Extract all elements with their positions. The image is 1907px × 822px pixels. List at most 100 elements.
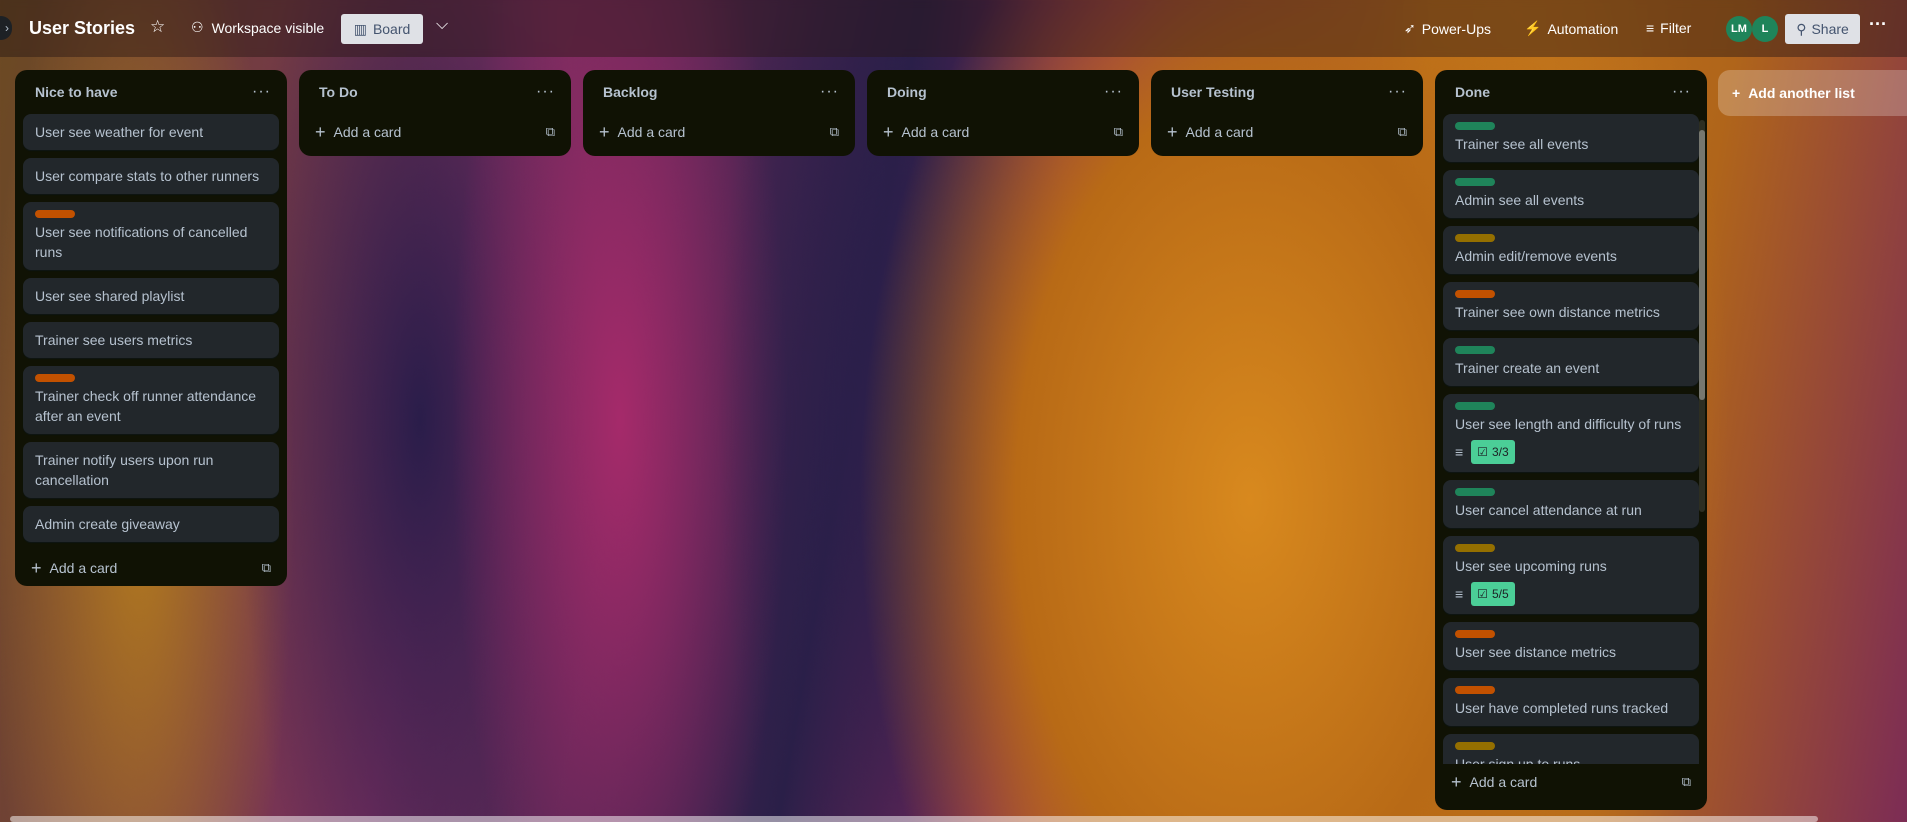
template-icon[interactable]: ⧉ xyxy=(1114,124,1123,140)
add-card-button[interactable]: + Add a card ⧉ xyxy=(591,114,847,150)
plus-icon: + xyxy=(31,557,42,578)
list-scrollbar[interactable] xyxy=(1699,120,1705,512)
board-scrollbar[interactable] xyxy=(10,816,1818,822)
chevron-down-icon[interactable]: ⌵ xyxy=(436,16,448,34)
list-title[interactable]: Nice to have xyxy=(35,84,117,100)
card-title: User see weather for event xyxy=(35,124,204,140)
add-card-button[interactable]: + Add a card ⧉ xyxy=(1443,764,1699,800)
card[interactable]: Trainer check off runner attendance afte… xyxy=(23,366,279,434)
card-label[interactable] xyxy=(1455,290,1495,298)
template-icon[interactable]: ⧉ xyxy=(546,124,555,140)
add-list-label: Add another list xyxy=(1748,85,1855,101)
card-label[interactable] xyxy=(1455,742,1495,750)
card[interactable]: User have completed runs tracked xyxy=(1443,678,1699,726)
avatar[interactable]: L xyxy=(1752,16,1778,42)
rocket-icon: ➶ xyxy=(1404,20,1416,36)
more-icon[interactable]: ··· xyxy=(1869,14,1887,35)
add-card-label: Add a card xyxy=(901,124,970,140)
add-card-button[interactable]: + Add a card ⧉ xyxy=(875,114,1131,150)
list-title[interactable]: Done xyxy=(1455,84,1490,100)
card-container: Trainer see all events Admin see all even… xyxy=(1443,114,1699,764)
card[interactable]: User see length and difficulty of runs ≡ ☑… xyxy=(1443,394,1699,472)
card[interactable]: User see notifications of cancelled runs xyxy=(23,202,279,270)
list-menu-icon[interactable]: ··· xyxy=(1104,83,1123,101)
list-nice-to-have: Nice to have ··· User see weather for ev… xyxy=(15,70,287,586)
plus-icon: + xyxy=(1732,85,1741,101)
visibility-label: Workspace visible xyxy=(211,19,325,36)
add-card-label: Add a card xyxy=(1185,124,1254,140)
card-label[interactable] xyxy=(1455,234,1495,242)
card[interactable]: Trainer see all events xyxy=(1443,114,1699,162)
card-label[interactable] xyxy=(1455,178,1495,186)
checklist-badge: ☑ 3/3 xyxy=(1471,440,1515,464)
card-container: User see weather for event User compare s… xyxy=(23,114,279,542)
checklist-badge: ☑ 5/5 xyxy=(1471,582,1515,606)
card-label[interactable] xyxy=(1455,630,1495,638)
card-label[interactable] xyxy=(1455,402,1495,410)
plus-icon: + xyxy=(1451,771,1462,792)
automation-button[interactable]: ⚡ Automation xyxy=(1524,20,1618,37)
add-card-button[interactable]: + Add a card ⧉ xyxy=(1159,114,1415,150)
list-menu-icon[interactable]: ··· xyxy=(1388,83,1407,101)
card[interactable]: User see shared playlist xyxy=(23,278,279,314)
list-title[interactable]: To Do xyxy=(319,84,358,100)
card[interactable]: User cancel attendance at run xyxy=(1443,480,1699,528)
checkbox-icon: ☑ xyxy=(1477,445,1488,459)
template-icon[interactable]: ⧉ xyxy=(1682,774,1691,790)
card[interactable]: Trainer see users metrics xyxy=(23,322,279,358)
list-menu-icon[interactable]: ··· xyxy=(1672,83,1691,101)
board-view-label: Board xyxy=(372,21,411,37)
add-card-button[interactable]: + Add a card ⧉ xyxy=(307,114,563,150)
card-title: Admin edit/remove events xyxy=(1455,248,1617,264)
card[interactable]: Trainer create an event xyxy=(1443,338,1699,386)
lightning-icon: ⚡ xyxy=(1524,20,1542,36)
avatar[interactable]: LM xyxy=(1726,16,1752,42)
add-card-button[interactable]: + Add a card ⧉ xyxy=(23,550,279,586)
card-title: User compare stats to other runners xyxy=(35,168,260,184)
card[interactable]: Trainer see own distance metrics xyxy=(1443,282,1699,330)
add-card-label: Add a card xyxy=(1469,774,1538,790)
card[interactable]: User see weather for event xyxy=(23,114,279,150)
board-icon: ▥ xyxy=(353,20,367,37)
expand-sidebar-button[interactable]: › xyxy=(0,16,12,40)
card-title: Trainer see all events xyxy=(1455,136,1589,152)
add-card-label: Add a card xyxy=(333,124,402,140)
card[interactable]: User see upcoming runs ≡ ☑ 5/5 xyxy=(1443,536,1699,614)
plus-icon: + xyxy=(315,121,326,142)
template-icon[interactable]: ⧉ xyxy=(830,124,839,140)
board-title[interactable]: User Stories xyxy=(29,18,135,39)
add-list-button[interactable]: + Add another list xyxy=(1718,70,1907,116)
card-label[interactable] xyxy=(1455,686,1495,694)
filter-button[interactable]: ≡ Filter xyxy=(1646,20,1691,36)
card-label[interactable] xyxy=(35,210,75,218)
card[interactable]: Admin edit/remove events xyxy=(1443,226,1699,274)
power-ups-button[interactable]: ➶ Power-Ups xyxy=(1404,20,1491,37)
template-icon[interactable]: ⧉ xyxy=(1398,124,1407,140)
card-label[interactable] xyxy=(35,374,75,382)
card-title: User see upcoming runs xyxy=(1455,558,1607,574)
board-view-button[interactable]: ▥ Board xyxy=(341,14,423,44)
card[interactable]: Admin see all events xyxy=(1443,170,1699,218)
list-title[interactable]: Backlog xyxy=(603,84,657,100)
star-icon[interactable]: ☆ xyxy=(150,17,165,37)
list-title[interactable]: User Testing xyxy=(1171,84,1255,100)
card[interactable]: User compare stats to other runners xyxy=(23,158,279,194)
scrollbar-thumb[interactable] xyxy=(1699,130,1705,400)
list-title[interactable]: Doing xyxy=(887,84,927,100)
share-button[interactable]: ⚲ Share xyxy=(1785,14,1860,44)
list-done: Done ··· Trainer see all events Admin see… xyxy=(1435,70,1707,810)
card[interactable]: User sign up to runs xyxy=(1443,734,1699,764)
card-label[interactable] xyxy=(1455,488,1495,496)
add-card-label: Add a card xyxy=(49,560,118,576)
card[interactable]: User see distance metrics xyxy=(1443,622,1699,670)
card-label[interactable] xyxy=(1455,544,1495,552)
card-label[interactable] xyxy=(1455,346,1495,354)
template-icon[interactable]: ⧉ xyxy=(262,560,271,576)
visibility-button[interactable]: ⚇ Workspace visible xyxy=(191,19,324,36)
list-menu-icon[interactable]: ··· xyxy=(536,83,555,101)
list-menu-icon[interactable]: ··· xyxy=(820,83,839,101)
card-label[interactable] xyxy=(1455,122,1495,130)
card[interactable]: Trainer notify users upon run cancellati… xyxy=(23,442,279,498)
card[interactable]: Admin create giveaway xyxy=(23,506,279,542)
list-menu-icon[interactable]: ··· xyxy=(252,83,271,101)
